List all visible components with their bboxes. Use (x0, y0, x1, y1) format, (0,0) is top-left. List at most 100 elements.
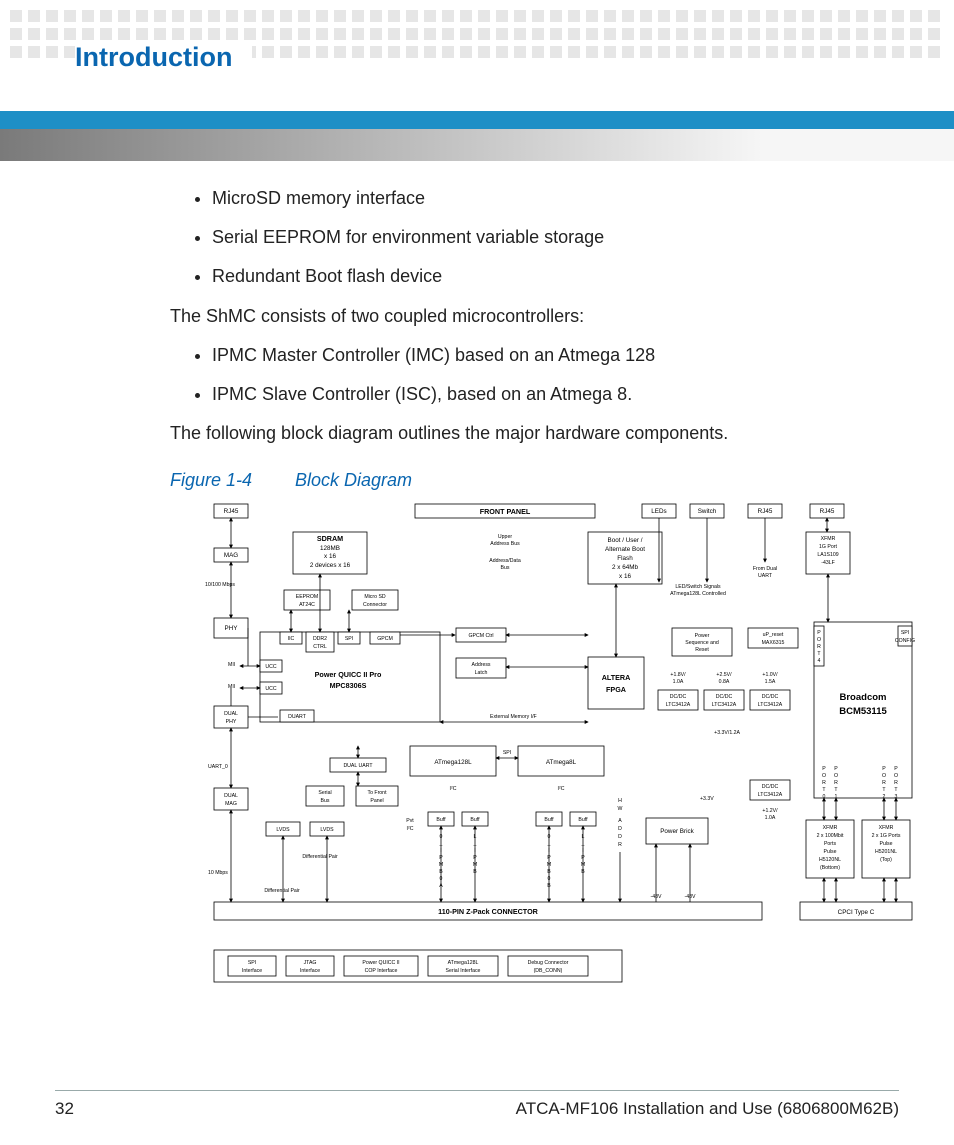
svg-text:R: R (882, 780, 886, 786)
svg-text:DC/DC: DC/DC (762, 694, 779, 700)
svg-text:EEPROM: EEPROM (296, 594, 318, 600)
svg-text:I²C: I²C (450, 786, 457, 792)
svg-text:_: _ (547, 841, 551, 847)
svg-text:Address/Data: Address/Data (489, 558, 521, 564)
svg-text:MII: MII (228, 662, 235, 668)
svg-text:ATmega128L: ATmega128L (448, 960, 479, 966)
svg-text:Power: Power (695, 633, 710, 639)
svg-text:Address: Address (471, 662, 490, 668)
svg-text:LTC3412A: LTC3412A (758, 792, 783, 798)
block-diagram-svg: RJ45 FRONT PANEL LEDs Switch RJ45 RJ45 M… (200, 502, 920, 1062)
svg-text:DC/DC: DC/DC (762, 784, 779, 790)
doc-title: ATCA-MF106 Installation and Use (6806800… (516, 1099, 899, 1119)
svg-text:Boot / User /: Boot / User / (608, 537, 643, 544)
svg-text:DC/DC: DC/DC (716, 694, 733, 700)
svg-text:GPCM: GPCM (377, 636, 393, 642)
svg-text:PHY: PHY (226, 719, 237, 725)
svg-text:Buff: Buff (470, 817, 480, 823)
svg-text:LEDs: LEDs (651, 508, 666, 515)
svg-text:Switch: Switch (698, 508, 717, 515)
svg-text:XFMR: XFMR (879, 825, 894, 831)
svg-text:DUAL UART: DUAL UART (343, 763, 373, 769)
svg-text:Connector: Connector (363, 602, 387, 608)
svg-text:(Bottom): (Bottom) (820, 865, 840, 871)
list-item: IPMC Slave Controller (ISC), based on an… (212, 382, 894, 407)
svg-text:D: D (618, 826, 622, 832)
header-blue-bar (0, 111, 954, 129)
svg-text:I²C: I²C (558, 786, 565, 792)
svg-text:Flash: Flash (617, 555, 633, 562)
svg-text:ATmega128L Controlled: ATmega128L Controlled (670, 591, 726, 597)
svg-text:+1.2V/: +1.2V/ (762, 808, 778, 814)
svg-text:+1.0V/: +1.0V/ (762, 672, 778, 678)
svg-text:P: P (894, 766, 898, 772)
body-paragraph: The following block diagram outlines the… (170, 421, 894, 446)
svg-text:LTC3412A: LTC3412A (758, 702, 783, 708)
svg-text:H5120NL: H5120NL (819, 857, 841, 863)
svg-text:110-PIN Z-Pack CONNECTOR: 110-PIN Z-Pack CONNECTOR (438, 907, 539, 916)
svg-text:Broadcom: Broadcom (840, 692, 887, 703)
header-gradient-bar (0, 129, 954, 161)
svg-text:ALTERA: ALTERA (602, 673, 631, 682)
svg-text:Interface: Interface (242, 968, 262, 974)
svg-text:From Dual: From Dual (753, 566, 777, 572)
svg-text:128MB: 128MB (320, 545, 340, 552)
list-item: Redundant Boot flash device (212, 264, 894, 289)
svg-text:P: P (822, 766, 826, 772)
svg-text:Power QUICC II Pro: Power QUICC II Pro (315, 670, 382, 679)
svg-text:MPC8306S: MPC8306S (330, 681, 367, 690)
svg-text:Differential Pair: Differential Pair (264, 888, 300, 894)
svg-text:x 16: x 16 (324, 553, 336, 560)
svg-text:_: _ (581, 841, 585, 847)
svg-text:XFMR: XFMR (823, 825, 838, 831)
svg-text:2 x 100Mbit: 2 x 100Mbit (817, 833, 844, 839)
svg-text:DDR2: DDR2 (313, 636, 327, 642)
svg-text:CTRL: CTRL (313, 644, 327, 650)
svg-text:SPI: SPI (503, 750, 511, 756)
svg-text:Serial: Serial (318, 790, 331, 796)
list-item: Serial EEPROM for environment variable s… (212, 225, 894, 250)
svg-text:2 x 64Mb: 2 x 64Mb (612, 564, 638, 571)
feature-list-a: MicroSD memory interface Serial EEPROM f… (170, 186, 894, 290)
figure-label: Figure 1-4 (170, 468, 290, 493)
svg-text:MAX6315: MAX6315 (762, 640, 785, 646)
page-number: 32 (55, 1099, 74, 1119)
svg-text:R: R (817, 644, 821, 650)
svg-text:0.8A: 0.8A (719, 679, 730, 685)
svg-text:XFMR: XFMR (821, 536, 836, 542)
svg-text:uP_reset: uP_reset (763, 632, 784, 638)
svg-text:Address Bus: Address Bus (490, 541, 520, 547)
svg-text:Micro SD: Micro SD (364, 594, 386, 600)
svg-text:H5201NL: H5201NL (875, 849, 897, 855)
svg-text:Pulse: Pulse (880, 841, 893, 847)
svg-text:2 devices x 16: 2 devices x 16 (310, 562, 351, 569)
svg-text:LA1S109: LA1S109 (817, 552, 838, 558)
svg-text:1.5A: 1.5A (765, 679, 776, 685)
svg-text:RJ45: RJ45 (224, 508, 239, 515)
svg-text:FPGA: FPGA (606, 685, 626, 694)
svg-text:SPI: SPI (248, 960, 256, 966)
svg-text:MAG: MAG (225, 801, 237, 807)
svg-text:x 16: x 16 (619, 573, 631, 580)
svg-text:FRONT PANEL: FRONT PANEL (480, 507, 531, 516)
svg-text:Latch: Latch (475, 670, 488, 676)
svg-text:O: O (817, 637, 821, 643)
svg-text:LED/Switch Signals: LED/Switch Signals (675, 584, 721, 590)
svg-text:O: O (834, 773, 838, 779)
svg-text:UCC: UCC (265, 686, 276, 692)
svg-text:O: O (894, 773, 898, 779)
body-paragraph: The ShMC consists of two coupled microco… (170, 304, 894, 329)
figure-title: Block Diagram (295, 470, 412, 490)
page-footer: 32 ATCA-MF106 Installation and Use (6806… (55, 1090, 899, 1119)
svg-text:CONFIG: CONFIG (895, 638, 915, 644)
svg-text:Reset: Reset (695, 647, 709, 653)
svg-text:Power Brick: Power Brick (660, 828, 694, 835)
svg-text:Differential Pair: Differential Pair (302, 854, 338, 860)
svg-text:A: A (618, 818, 622, 824)
svg-text:UART: UART (758, 573, 773, 579)
svg-text:Pulse: Pulse (824, 849, 837, 855)
svg-text:LVDS: LVDS (320, 827, 334, 833)
svg-text:ATmega128L: ATmega128L (434, 759, 472, 766)
block-diagram: RJ45 FRONT PANEL LEDs Switch RJ45 RJ45 M… (200, 502, 920, 1062)
svg-text:R: R (834, 780, 838, 786)
